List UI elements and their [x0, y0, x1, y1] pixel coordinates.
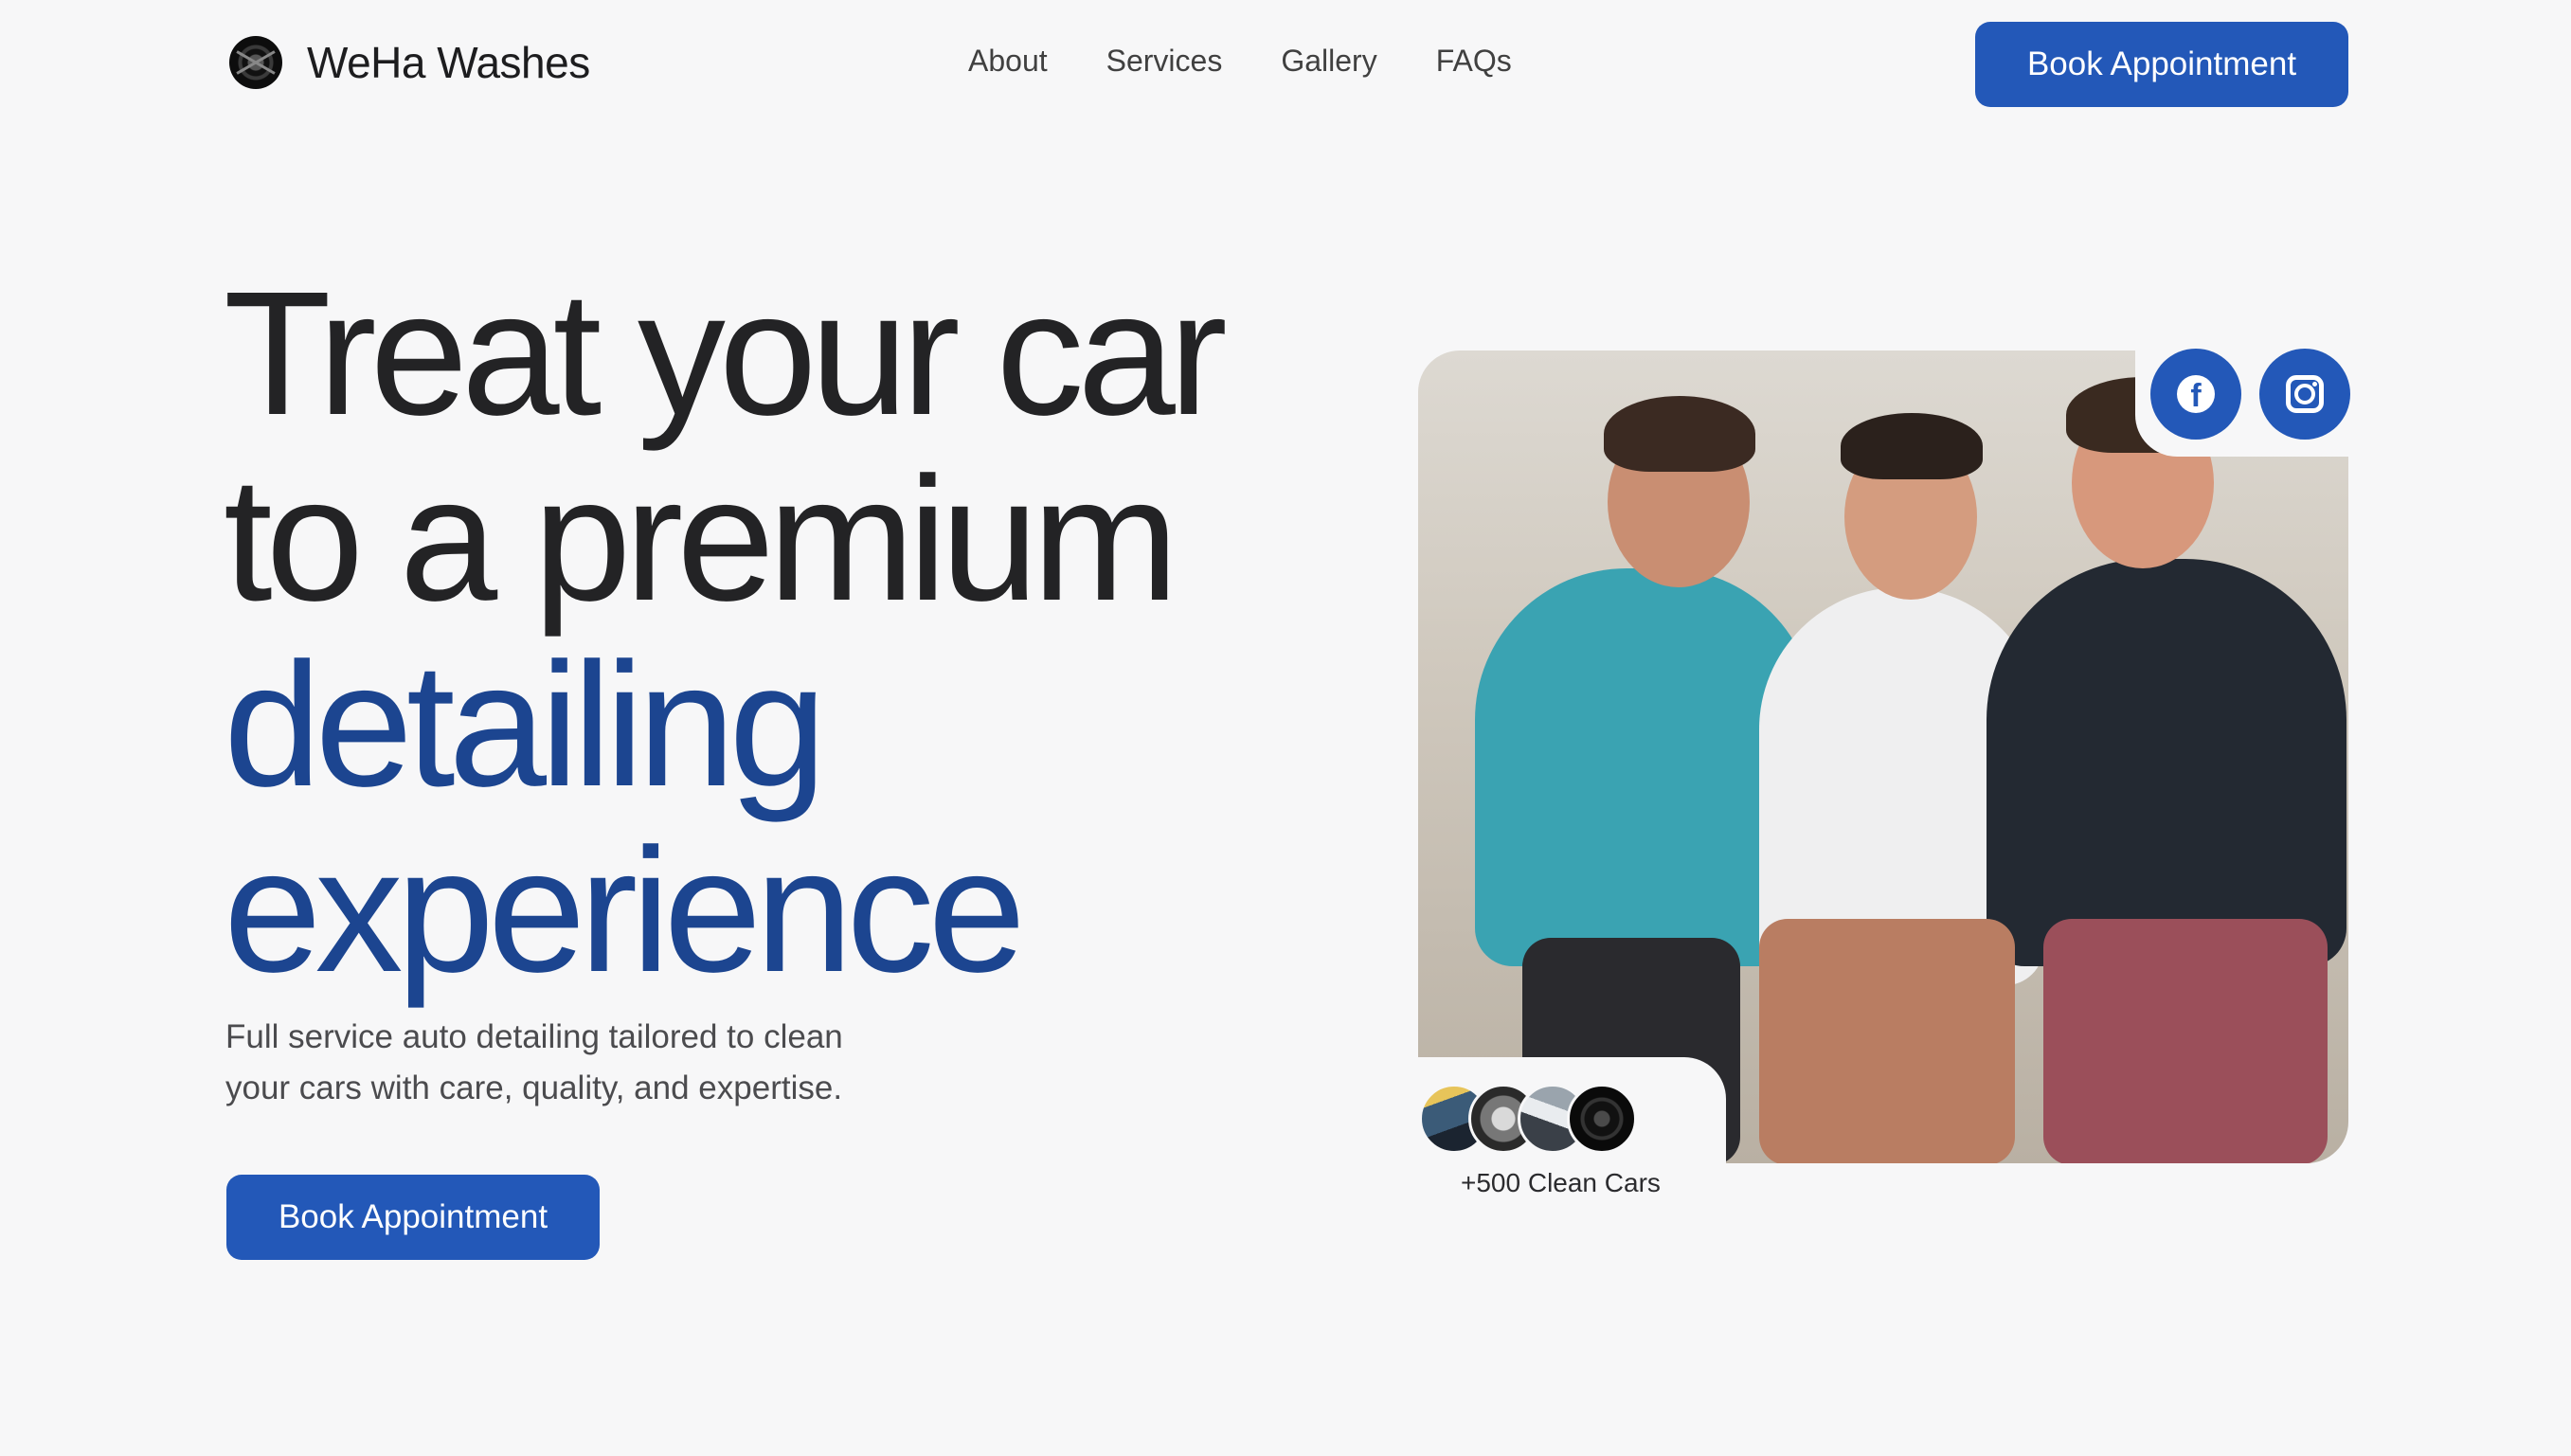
- hero-team-photo: [1418, 351, 2348, 1163]
- avatar: [1567, 1084, 1637, 1154]
- clean-cars-count: +500 Clean Cars: [1461, 1168, 1661, 1197]
- headline-line-2: to a premium: [224, 441, 1178, 638]
- instagram-button[interactable]: [2259, 349, 2350, 440]
- photo-legs-right: [2043, 919, 2328, 1163]
- headline-line-3: detailing: [224, 627, 827, 823]
- nav-links: About Services Gallery FAQs: [968, 44, 1573, 79]
- hero-headline: Treat your car to a premium detailing ex…: [224, 256, 1228, 1009]
- brand[interactable]: WeHa Washes: [229, 36, 590, 89]
- headline-line-4: experience: [224, 813, 1026, 1009]
- photo-person-right: [1987, 559, 2346, 966]
- brand-name: WeHa Washes: [307, 38, 590, 87]
- nav-link-services[interactable]: Services: [1106, 44, 1223, 79]
- book-appointment-hero-button[interactable]: Book Appointment: [226, 1175, 600, 1260]
- wheel-logo-icon: [229, 36, 282, 89]
- photo-hair-middle: [1841, 413, 1983, 479]
- nav-link-about[interactable]: About: [968, 44, 1048, 79]
- nav-link-gallery[interactable]: Gallery: [1281, 44, 1376, 79]
- headline-line-1: Treat your car: [224, 256, 1228, 452]
- top-nav: WeHa Washes About Services Gallery FAQs …: [0, 0, 2571, 133]
- photo-hair-left: [1604, 396, 1755, 472]
- nav-link-faqs[interactable]: FAQs: [1436, 44, 1512, 79]
- facebook-button[interactable]: f: [2150, 349, 2241, 440]
- facebook-icon: f: [2177, 375, 2215, 414]
- book-appointment-nav-button[interactable]: Book Appointment: [1975, 22, 2348, 107]
- photo-legs-middle: [1759, 919, 2015, 1163]
- landing-page: WeHa Washes About Services Gallery FAQs …: [0, 0, 2571, 1456]
- hero-subtext: Full service auto detailing tailored to …: [225, 1018, 843, 1106]
- instagram-icon: [2286, 375, 2324, 413]
